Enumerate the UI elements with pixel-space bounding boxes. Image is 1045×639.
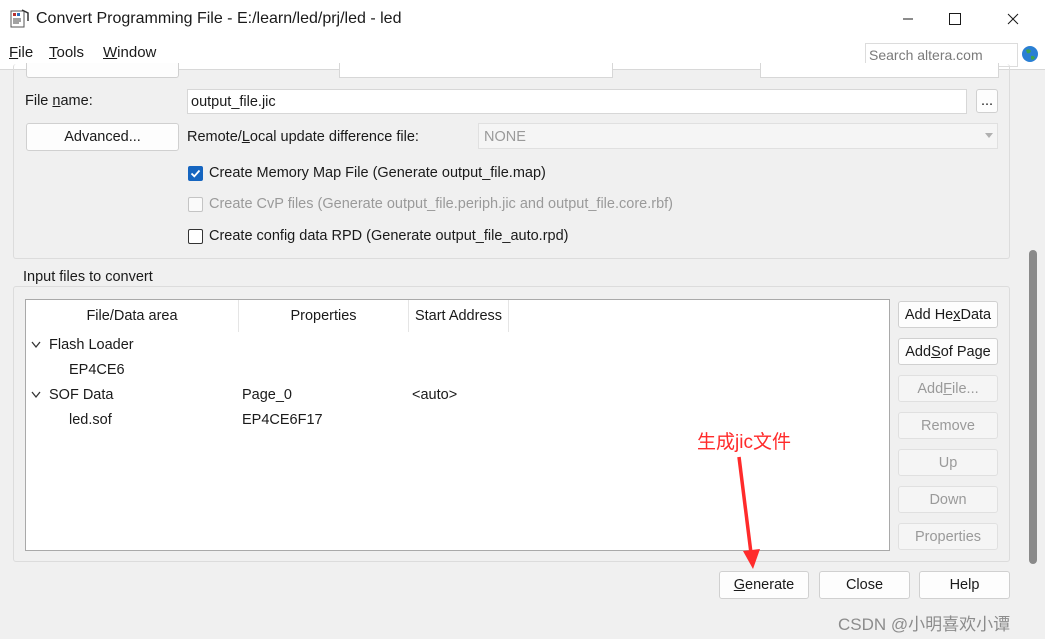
maximize-icon	[949, 13, 961, 25]
browse-file-button[interactable]: ...	[976, 89, 998, 113]
remote-update-value: NONE	[484, 129, 526, 145]
help-button[interactable]: Help	[919, 571, 1010, 599]
minimize-icon	[903, 18, 913, 20]
config-rpd-label: Create config data RPD (Generate output_…	[209, 228, 569, 244]
tree-row[interactable]: Flash Loader	[26, 335, 889, 357]
remote-update-dropdown[interactable]: NONE	[478, 123, 998, 149]
chevron-down-icon	[985, 133, 993, 138]
memory-map-checkbox[interactable]	[188, 165, 203, 181]
input-files-group-title: Input files to convert	[21, 269, 155, 285]
menu-tools[interactable]: Tools	[49, 44, 84, 61]
file-name-label: File name:	[25, 93, 93, 109]
tree-row[interactable]: EP4CE6	[26, 360, 889, 382]
chevron-down-icon[interactable]	[31, 341, 41, 349]
generate-button[interactable]: Generate	[719, 571, 809, 599]
checkmark-icon	[190, 169, 201, 178]
minimize-button[interactable]	[885, 0, 931, 38]
remote-local-label: Remote/Local update difference file:	[187, 129, 419, 145]
tree-row-name: SOF Data	[49, 387, 114, 403]
remove-button[interactable]: Remove	[898, 412, 998, 439]
cvp-files-checkbox-row: Create CvP files (Generate output_file.p…	[188, 195, 673, 213]
config-rpd-checkbox[interactable]	[188, 228, 203, 244]
globe-icon[interactable]	[1021, 45, 1039, 63]
tree-row-start-address: <auto>	[412, 387, 458, 403]
tree-row-properties: EP4CE6F17	[242, 412, 323, 428]
column-header-file-data-area[interactable]: File/Data area	[26, 300, 239, 332]
tree-row-name: led.sof	[69, 412, 112, 428]
file-name-value: output_file.jic	[191, 94, 276, 110]
close-window-button[interactable]	[990, 0, 1036, 38]
file-name-field[interactable]: output_file.jic	[187, 89, 967, 114]
menu-window[interactable]: Window	[103, 44, 156, 61]
tree-row-name: EP4CE6	[69, 362, 125, 378]
watermark: CSDN @小明喜欢小谭	[838, 615, 1011, 634]
tree-row-properties: Page_0	[242, 387, 292, 403]
memory-map-label: Create Memory Map File (Generate output_…	[209, 165, 546, 181]
add-file-button[interactable]: Add File...	[898, 375, 998, 402]
annotation-text: 生成jic文件	[697, 432, 791, 453]
close-icon	[1007, 13, 1019, 25]
close-button[interactable]: Close	[819, 571, 910, 599]
add-sof-page-button[interactable]: Add Sof Page	[898, 338, 998, 365]
add-hex-data-button[interactable]: Add He x Data	[898, 301, 998, 328]
annotation-arrow-icon	[737, 456, 760, 569]
up-button[interactable]: Up	[898, 449, 998, 476]
quartus-app-icon	[10, 9, 30, 29]
column-header-properties[interactable]: Properties	[239, 300, 409, 332]
cvp-files-label: Create CvP files (Generate output_file.p…	[209, 196, 673, 212]
config-rpd-checkbox-row[interactable]: Create config data RPD (Generate output_…	[188, 227, 569, 245]
properties-button[interactable]: Properties	[898, 523, 998, 550]
down-button[interactable]: Down	[898, 486, 998, 513]
cvp-files-checkbox	[188, 196, 203, 212]
scrollbar-thumb[interactable]	[1029, 250, 1037, 564]
tree-row-name: Flash Loader	[49, 337, 134, 353]
tree-row[interactable]: SOF Data Page_0 <auto>	[26, 385, 889, 407]
maximize-button[interactable]	[932, 0, 978, 38]
window-title: Convert Programming File - E:/learn/led/…	[36, 10, 402, 27]
chevron-down-icon[interactable]	[31, 391, 41, 399]
column-header-start-address[interactable]: Start Address	[409, 300, 509, 332]
memory-map-checkbox-row[interactable]: Create Memory Map File (Generate output_…	[188, 164, 546, 182]
advanced-button[interactable]: Advanced...	[26, 123, 179, 151]
menu-file[interactable]: File	[9, 44, 33, 61]
